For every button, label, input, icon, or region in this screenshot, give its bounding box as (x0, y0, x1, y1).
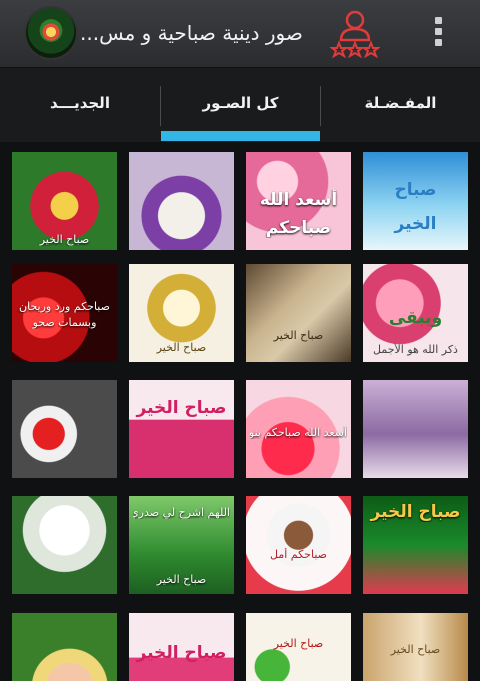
image-tile[interactable]: صباح الخير (129, 380, 234, 478)
tile-caption: صباح الخير (273, 637, 324, 650)
tile-caption: صباح الخير (156, 573, 207, 586)
tile-caption: ذكر الله هو الأجمل (373, 343, 458, 356)
tile-caption: صباح الخير (136, 398, 227, 418)
tile-caption: صباحكم (265, 218, 332, 238)
app-bar: صور دينية صباحية و مس... (0, 0, 480, 68)
image-tile[interactable] (12, 496, 117, 594)
image-tile[interactable]: صباح الخير (246, 264, 351, 362)
tile-caption: أسعد الله صباحكم بنور الإيمان (250, 426, 347, 439)
tab-favorites[interactable]: المفـضـلة (321, 68, 480, 142)
tile-caption: صباح الخير (273, 329, 324, 342)
selected-tab-indicator (161, 131, 320, 141)
image-tile[interactable]: صباح الخير (12, 152, 117, 250)
tile-caption: ويبقى (388, 308, 443, 328)
image-tile[interactable] (129, 152, 234, 250)
overflow-menu-icon[interactable] (432, 17, 444, 49)
tile-caption: صباح الخير (156, 341, 207, 354)
image-tile[interactable]: أسعد الله صباحكم (246, 152, 351, 250)
app-logo-icon[interactable] (26, 8, 76, 58)
tile-caption: صباحكم ورد وريحان (19, 300, 110, 313)
tile-caption: صباح الخير (390, 643, 441, 656)
image-tile[interactable]: صباح الخير (129, 264, 234, 362)
tab-new[interactable]: الجديـــد (0, 68, 160, 142)
tile-caption: صباح الخير (39, 233, 90, 246)
tile-caption: صباحكم أمل (270, 548, 327, 561)
tile-caption: أسعد الله (259, 190, 338, 210)
image-tile[interactable]: صباح الخير (129, 613, 234, 681)
image-tile[interactable]: صباح الخير (363, 152, 468, 250)
user-rating-icon[interactable] (330, 8, 380, 60)
image-tile[interactable] (12, 613, 117, 681)
tile-caption: صباح الخير (136, 643, 227, 663)
tile-caption: صباح (394, 180, 437, 200)
image-tile[interactable] (363, 380, 468, 478)
tile-caption: وبسمات صحو (32, 316, 97, 329)
image-tile[interactable]: صباح الخير (363, 613, 468, 681)
image-tile[interactable]: صباح الخير (363, 496, 468, 594)
image-tile[interactable]: صباح الخير (246, 613, 351, 681)
tile-caption: صباح الخير (370, 502, 461, 522)
image-tile[interactable] (12, 380, 117, 478)
image-tile[interactable]: أسعد الله صباحكم بنور الإيمان (246, 380, 351, 478)
app-title: صور دينية صباحية و مس... (80, 21, 303, 45)
image-grid: صباح الخير أسعد الله صباحكم صباح الخير ص… (0, 150, 480, 681)
image-tile[interactable]: صباحكم ورد وريحان وبسمات صحو (12, 264, 117, 362)
image-tile[interactable]: ويبقى ذكر الله هو الأجمل (363, 264, 468, 362)
tile-caption: الخير (394, 214, 437, 234)
tile-caption: اللهم اشرح لي صدري (133, 506, 230, 519)
image-tile[interactable]: صباحكم أمل (246, 496, 351, 594)
image-tile[interactable]: اللهم اشرح لي صدري صباح الخير (129, 496, 234, 594)
